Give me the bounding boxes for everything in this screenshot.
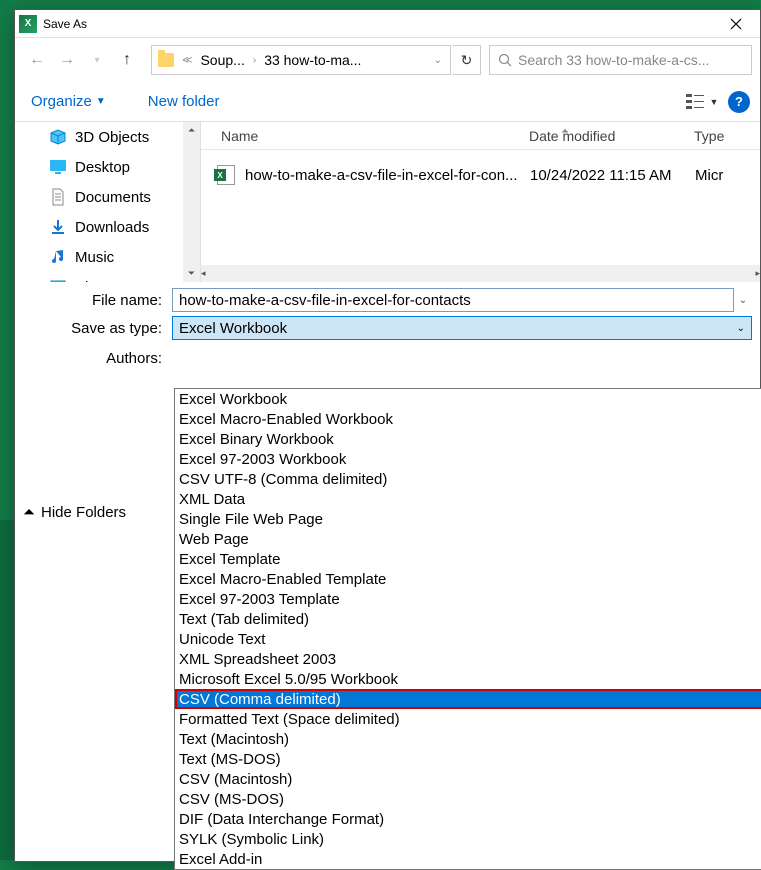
chevron-right-icon: › — [251, 55, 258, 66]
view-icon — [686, 94, 708, 110]
up-button[interactable]: ↑ — [113, 46, 141, 74]
filetype-option[interactable]: CSV (Comma delimited) — [175, 689, 761, 709]
filetype-option[interactable]: Excel Binary Workbook — [175, 429, 761, 449]
filetype-option[interactable]: Excel 97-2003 Template — [175, 589, 761, 609]
toolbar: Organize ▼ New folder ▼ ? — [15, 82, 760, 122]
tree-downloads[interactable]: Downloads — [15, 212, 200, 242]
recent-dropdown[interactable]: ▾ — [83, 46, 111, 74]
documents-icon — [49, 188, 67, 206]
tree-3d-objects[interactable]: 3D Objects — [15, 122, 200, 152]
navigation-bar: ← → ▾ ↑ ≪ Soup... › 33 how-to-ma... ⌄ ↻ … — [15, 38, 760, 82]
tree-scrollbar[interactable]: ⏶ ⏷ — [183, 122, 200, 282]
view-options[interactable]: ▼ — [684, 90, 720, 114]
3d-objects-icon — [49, 128, 67, 146]
file-list-header: Name Date modified Type ⏶ — [201, 122, 760, 150]
breadcrumb-2[interactable]: 33 how-to-ma... — [264, 52, 361, 68]
search-icon — [498, 53, 512, 67]
filetype-option[interactable]: CSV UTF-8 (Comma delimited) — [175, 469, 761, 489]
save-type-select[interactable]: Excel Workbook ⌄ — [172, 316, 752, 340]
forward-button: → — [53, 46, 81, 74]
pictures-icon — [49, 278, 67, 282]
file-list: Name Date modified Type ⏶ how-to-make-a-… — [201, 122, 760, 282]
save-type-label: Save as type: — [23, 320, 172, 337]
body: 3D Objects Desktop Documents Downloads M… — [15, 122, 760, 282]
filetype-option[interactable]: CSV (MS-DOS) — [175, 789, 761, 809]
filetype-option[interactable]: Excel Add-in — [175, 849, 761, 869]
tree-pictures[interactable]: Pictures — [15, 272, 200, 282]
tree-documents[interactable]: Documents — [15, 182, 200, 212]
column-date[interactable]: Date modified — [519, 122, 684, 149]
filetype-option[interactable]: Formatted Text (Space delimited) — [175, 709, 761, 729]
filetype-option[interactable]: Text (Tab delimited) — [175, 609, 761, 629]
help-button[interactable]: ? — [728, 91, 750, 113]
filetype-option[interactable]: DIF (Data Interchange Format) — [175, 809, 761, 829]
filetype-option[interactable]: Unicode Text — [175, 629, 761, 649]
close-icon — [730, 18, 742, 30]
file-date: 10/24/2022 11:15 AM — [530, 167, 695, 184]
filetype-option[interactable]: Excel Workbook — [175, 389, 761, 409]
form: File name: ⌄ Save as type: Excel Workboo… — [15, 282, 760, 377]
filetype-option[interactable]: SYLK (Symbolic Link) — [175, 829, 761, 849]
search-input[interactable]: Search 33 how-to-make-a-cs... — [489, 45, 752, 75]
filetype-option[interactable]: CSV (Macintosh) — [175, 769, 761, 789]
file-row[interactable]: how-to-make-a-csv-file-in-excel-for-con.… — [201, 160, 760, 190]
chevron-down-icon: ⌄ — [737, 323, 745, 334]
organize-menu[interactable]: Organize ▼ — [25, 89, 112, 114]
scroll-up-icon[interactable]: ⏶ — [183, 122, 200, 139]
refresh-button[interactable]: ↻ — [453, 45, 481, 75]
folder-icon — [158, 53, 174, 67]
hide-folders-button[interactable]: ⏶ Hide Folders — [23, 504, 126, 521]
new-folder-button[interactable]: New folder — [142, 89, 226, 114]
filetype-option[interactable]: Text (MS-DOS) — [175, 749, 761, 769]
dialog-title: Save As — [43, 17, 87, 31]
filetype-option[interactable]: XML Data — [175, 489, 761, 509]
file-name-dropdown[interactable]: ⌄ — [734, 295, 752, 306]
filetype-option[interactable]: Web Page — [175, 529, 761, 549]
file-name: how-to-make-a-csv-file-in-excel-for-con.… — [245, 167, 530, 184]
column-name[interactable]: Name — [201, 122, 519, 149]
scroll-down-icon[interactable]: ⏷ — [183, 265, 200, 282]
address-bar[interactable]: ≪ Soup... › 33 how-to-ma... ⌄ — [151, 45, 451, 75]
titlebar: X Save As — [15, 10, 760, 38]
filetype-dropdown: Excel WorkbookExcel Macro-Enabled Workbo… — [174, 388, 761, 870]
downloads-icon — [49, 218, 67, 236]
chevron-up-icon: ⏶ — [23, 504, 35, 521]
sort-indicator-icon: ⏶ — [551, 122, 579, 141]
filetype-option[interactable]: Excel Macro-Enabled Workbook — [175, 409, 761, 429]
filetype-option[interactable]: Microsoft Excel 5.0/95 Workbook — [175, 669, 761, 689]
file-type: Micr — [695, 167, 723, 184]
tree-music[interactable]: Music — [15, 242, 200, 272]
folder-tree: 3D Objects Desktop Documents Downloads M… — [15, 122, 201, 282]
filetype-option[interactable]: XML Spreadsheet 2003 — [175, 649, 761, 669]
filetype-option[interactable]: Text (Macintosh) — [175, 729, 761, 749]
filetype-option[interactable]: Excel Template — [175, 549, 761, 569]
chevron-icon: ≪ — [180, 55, 194, 66]
filetype-option[interactable]: Single File Web Page — [175, 509, 761, 529]
tree-desktop[interactable]: Desktop — [15, 152, 200, 182]
filetype-option[interactable]: Excel 97-2003 Workbook — [175, 449, 761, 469]
file-name-label: File name: — [23, 292, 172, 309]
excel-file-icon — [215, 164, 237, 186]
scroll-right-icon[interactable]: ▸ — [755, 265, 760, 282]
search-placeholder: Search 33 how-to-make-a-cs... — [518, 52, 709, 68]
column-type[interactable]: Type — [684, 122, 760, 149]
horizontal-scrollbar[interactable]: ◂ ▸ — [201, 265, 760, 282]
desktop-icon — [49, 158, 67, 176]
excel-icon: X — [19, 15, 37, 33]
music-icon — [49, 248, 67, 266]
back-button[interactable]: ← — [23, 46, 51, 74]
close-button[interactable] — [716, 10, 756, 38]
file-name-input[interactable] — [172, 288, 734, 312]
filetype-option[interactable]: Excel Macro-Enabled Template — [175, 569, 761, 589]
breadcrumb-1[interactable]: Soup... — [200, 52, 244, 68]
save-as-dialog: X Save As ← → ▾ ↑ ≪ Soup... › 33 how-to-… — [14, 9, 761, 862]
chevron-down-icon[interactable]: ⌄ — [432, 55, 444, 66]
authors-label: Authors: — [23, 350, 172, 367]
